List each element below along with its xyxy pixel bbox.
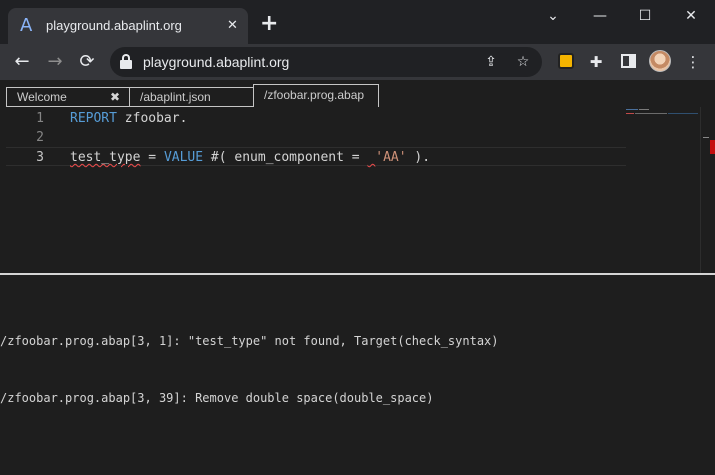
maximize-button[interactable]: ☐	[633, 4, 657, 28]
lock-icon[interactable]	[120, 54, 132, 69]
error-token[interactable]: test_type	[70, 150, 140, 165]
problem-message[interactable]: /zfoobar.prog.abap[3, 39]: Remove double…	[0, 389, 715, 408]
abaplint-playground: Welcome ✖ /abaplint.json /zfoobar.prog.a…	[0, 80, 715, 475]
tab-search-icon[interactable]: ⌄	[541, 4, 565, 28]
editor-tab-welcome[interactable]: Welcome ✖	[6, 87, 130, 107]
reload-button[interactable]: ⟳	[75, 50, 99, 74]
editor-tab-label: /abaplint.json	[140, 90, 211, 104]
editor-tab-label: Welcome	[17, 90, 67, 104]
editor-scrollbar[interactable]	[700, 107, 715, 273]
url-text[interactable]: playground.abaplint.org	[143, 54, 289, 70]
new-tab-button[interactable]: +	[260, 12, 278, 36]
side-panel-icon[interactable]	[621, 54, 636, 68]
browser-menu-icon[interactable]: ⋮	[681, 50, 705, 74]
browser-tab-title: playground.abaplint.org	[46, 18, 182, 33]
line-number: 3	[36, 150, 44, 165]
extension-icon[interactable]	[558, 53, 574, 69]
problems-output: /zfoobar.prog.abap[3, 1]: "test_type" no…	[0, 294, 715, 446]
scrollbar-error-marker	[710, 140, 715, 154]
scrollbar-cursor-marker	[703, 137, 709, 138]
close-icon[interactable]: ✖	[110, 88, 120, 106]
code-editor[interactable]: 1 REPORT zfoobar. 2 3 test_type = VALUE …	[6, 107, 715, 273]
code-token: ).	[406, 150, 431, 165]
panel-divider[interactable]	[0, 273, 715, 275]
address-bar[interactable]: playground.abaplint.org ⇪ ☆	[110, 47, 542, 77]
profile-avatar[interactable]	[649, 50, 671, 72]
code-token: #( enum_component =	[203, 150, 368, 165]
share-icon[interactable]: ⇪	[480, 51, 502, 73]
code-line: 2	[6, 128, 626, 147]
browser-tab[interactable]: A playground.abaplint.org ✕	[8, 8, 248, 44]
extensions-puzzle-icon[interactable]: ✚	[584, 50, 608, 74]
minimize-button[interactable]: —	[588, 4, 612, 28]
close-window-button[interactable]: ✕	[679, 4, 703, 28]
string-token: 'AA'	[375, 150, 407, 165]
line-number: 2	[36, 130, 44, 145]
code-token: zfoobar.	[116, 111, 188, 126]
line-number: 1	[36, 111, 44, 126]
forward-button[interactable]: →	[43, 50, 67, 74]
abaplint-favicon-icon: A	[20, 15, 33, 36]
keyword-token: VALUE	[163, 150, 204, 165]
editor-tab-abaplint-json[interactable]: /abaplint.json	[129, 87, 254, 107]
code-token: =	[140, 150, 164, 165]
minimap[interactable]	[626, 107, 706, 273]
editor-tab-label: /zfoobar.prog.abap	[264, 88, 365, 102]
problem-message[interactable]: /zfoobar.prog.abap[3, 1]: "test_type" no…	[0, 332, 715, 351]
keyword-token: REPORT	[70, 111, 117, 126]
code-text: REPORT zfoobar.	[70, 109, 187, 128]
back-button[interactable]: ←	[10, 50, 34, 74]
tab-close-icon[interactable]: ✕	[227, 17, 238, 35]
code-line: 1 REPORT zfoobar.	[6, 109, 626, 128]
editor-tab-bar: Welcome ✖ /abaplint.json /zfoobar.prog.a…	[0, 80, 715, 107]
browser-toolbar: ← → ⟳ playground.abaplint.org ⇪ ☆ ✚ ⋮	[0, 44, 715, 80]
bookmark-star-icon[interactable]: ☆	[512, 51, 534, 73]
browser-titlebar: A playground.abaplint.org ✕ + ⌄ — ☐ ✕	[0, 0, 715, 44]
code-line-current: 3 test_type = VALUE #( enum_component = …	[6, 147, 626, 166]
code-text: test_type = VALUE #( enum_component = 'A…	[70, 148, 430, 167]
editor-tab-zfoobar[interactable]: /zfoobar.prog.abap	[253, 84, 379, 107]
